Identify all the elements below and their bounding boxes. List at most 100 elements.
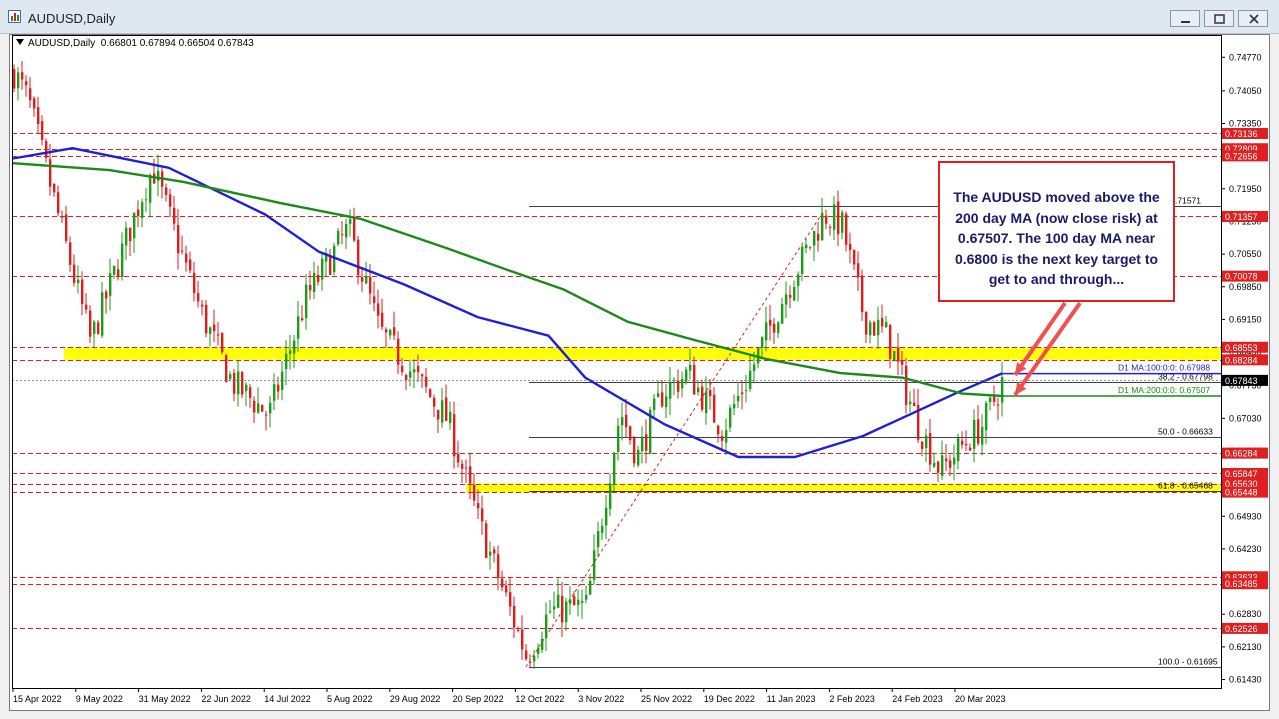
y-tick-label: 0.70550: [1229, 249, 1262, 259]
x-tick-label: 25 Nov 2022: [641, 694, 692, 704]
candle-body-up: [669, 382, 672, 399]
candle-body-up: [237, 371, 240, 395]
candle-body-down: [677, 380, 680, 392]
maximize-button[interactable]: [1204, 10, 1234, 27]
candle-body-down: [709, 390, 712, 397]
candle-body-down: [225, 354, 228, 383]
ma200-label: D1 MA:200:0:0: 0.67507: [1118, 385, 1210, 395]
close-button[interactable]: [1238, 10, 1268, 27]
candle-body-up: [733, 404, 736, 409]
price-label: 0.71357: [1225, 212, 1258, 222]
price-chart[interactable]: 0 - 0.7157138.2 - 0.6779850.0 - 0.666336…: [10, 35, 1269, 710]
candle-body-down: [789, 294, 792, 298]
candle-body-up: [545, 614, 548, 639]
candle-body-up: [737, 395, 740, 402]
candle-body-down: [817, 233, 820, 241]
candle-body-up: [101, 292, 104, 336]
candle-body-up: [885, 321, 888, 328]
candle-body-up: [349, 219, 352, 224]
candle-body-down: [261, 404, 264, 412]
candle-body-up: [281, 371, 284, 390]
candle-body-up: [557, 594, 560, 608]
price-label: 0.68284: [1225, 355, 1258, 365]
x-tick-label: 11 Jan 2023: [767, 694, 816, 704]
candle-body-up: [365, 276, 368, 284]
candle-body-down: [373, 296, 376, 304]
candle-body-down: [89, 310, 92, 337]
candle-body-down: [169, 194, 172, 207]
candle-body-up: [257, 403, 260, 413]
candle-body-up: [745, 389, 748, 391]
candle-body-up: [245, 384, 248, 392]
candle-body-down: [825, 215, 828, 224]
candle-body-down: [901, 360, 904, 365]
candle-body-down: [117, 269, 120, 277]
candle-body-down: [713, 394, 716, 423]
candle-body-down: [693, 364, 696, 395]
y-tick-label: 0.64230: [1229, 544, 1262, 554]
candle-body-down: [881, 318, 884, 327]
candle-body-down: [857, 263, 860, 278]
candle-body-down: [529, 662, 532, 664]
candle-body-down: [173, 207, 176, 224]
candle-body-up: [337, 230, 340, 245]
candle-body-down: [945, 458, 948, 462]
minimize-button[interactable]: [1170, 10, 1200, 27]
price-label: 0.63485: [1225, 579, 1258, 589]
candle-body-down: [301, 318, 304, 321]
candle-body-up: [145, 199, 148, 201]
minimize-icon: [1181, 21, 1190, 23]
candle-body-down: [701, 386, 704, 410]
candle-body-up: [941, 455, 944, 477]
candle-body-up: [17, 72, 20, 89]
candle-body-down: [45, 141, 48, 158]
candle-body-down: [369, 277, 372, 294]
restore-icon: [1214, 14, 1225, 24]
candle-body-up: [93, 321, 96, 334]
candle-body-up: [729, 407, 732, 428]
candle-body-up: [785, 294, 788, 305]
candle-body-down: [213, 324, 216, 332]
candle-body-up: [933, 462, 936, 467]
candle-body-up: [541, 638, 544, 650]
candle-body-up: [269, 402, 272, 414]
candle-body-up: [109, 273, 112, 296]
candle-body-down: [497, 554, 500, 578]
candle-body-up: [489, 551, 492, 556]
candle-body-up: [797, 274, 800, 286]
candle-body-down: [865, 311, 868, 335]
y-tick-label: 0.74050: [1229, 86, 1262, 96]
candle-body-down: [421, 374, 424, 377]
candle-body-down: [977, 419, 980, 444]
candle-body-up: [321, 258, 324, 280]
candle-body-down: [561, 595, 564, 623]
candle-body-down: [741, 392, 744, 395]
candle-body-up: [697, 387, 700, 393]
candle-body-up: [593, 550, 596, 580]
candle-body-down: [205, 304, 208, 334]
candle-body-down: [13, 69, 16, 89]
dropdown-triangle-icon[interactable]: [16, 39, 24, 45]
candle-body-up: [577, 599, 580, 606]
candle-body-down: [197, 293, 200, 302]
candle-body-down: [357, 239, 360, 276]
candle-body-down: [845, 213, 848, 245]
candle-body-up: [113, 265, 116, 275]
candle-body-down: [193, 272, 196, 294]
candle-body-down: [189, 259, 192, 271]
candle-body-up: [793, 287, 796, 301]
candle-body-up: [289, 350, 292, 354]
candle-body-down: [721, 436, 724, 441]
chart-info-line: AUDUSD,Daily 0.66801 0.67894 0.66504 0.6…: [16, 38, 254, 49]
candle-body-up: [209, 327, 212, 334]
candle-body-up: [409, 371, 412, 378]
candle-body-up: [621, 417, 624, 426]
candle-body-up: [305, 284, 308, 319]
candle-body-down: [241, 372, 244, 395]
candle-body-down: [645, 434, 648, 451]
candle-body-down: [137, 209, 140, 216]
candle-body-up: [777, 322, 780, 334]
x-tick-label: 22 Jun 2022: [201, 694, 251, 704]
candle-body-down: [461, 463, 464, 469]
x-tick-label: 2 Feb 2023: [829, 694, 875, 704]
